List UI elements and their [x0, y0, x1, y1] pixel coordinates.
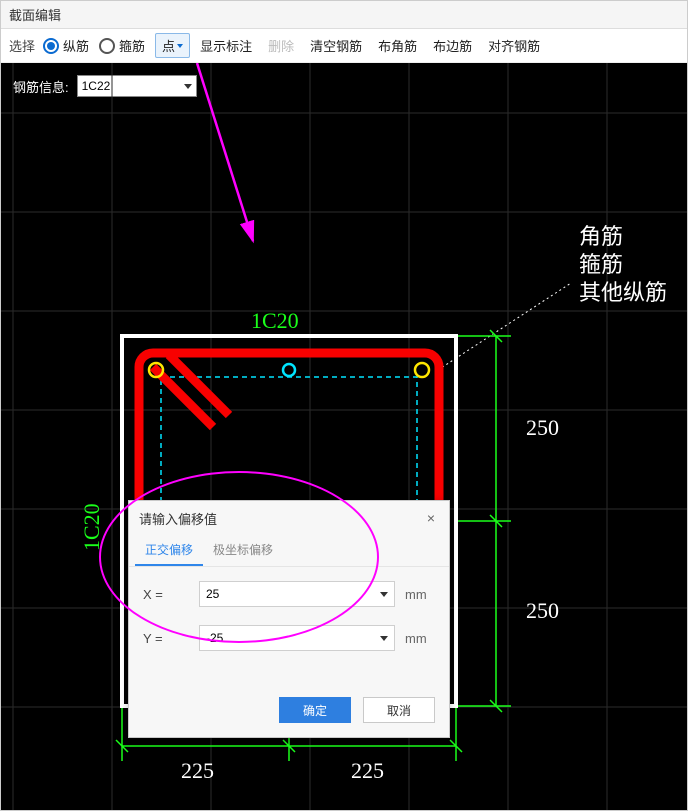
ok-button[interactable]: 确定: [279, 697, 351, 723]
show-annotation-button[interactable]: 显示标注: [194, 34, 258, 57]
x-value: 25: [206, 587, 219, 601]
dim-bottom-2: 225: [351, 758, 384, 784]
tab-ortho[interactable]: 正交偏移: [135, 535, 203, 566]
row-x: X = 25 mm: [143, 581, 435, 607]
window-title: 截面编辑: [9, 5, 61, 24]
dim-right-1: 250: [526, 415, 559, 441]
radio-label: 纵筋: [63, 36, 89, 55]
chevron-down-icon: [177, 44, 183, 48]
dialog-tabs: 正交偏移 极坐标偏移: [129, 535, 449, 567]
select-label: 选择: [9, 36, 35, 55]
y-value: -25: [206, 631, 223, 645]
row-y: Y = -25 mm: [143, 625, 435, 651]
radio-icon: [99, 38, 115, 54]
section-editor-window: 截面编辑 选择 纵筋 箍筋 点 显示标注 删除 清空钢筋 布角筋 布边筋 对齐钢…: [0, 0, 688, 811]
section-top-label: 1C20: [251, 308, 299, 334]
dialog-title: 请输入偏移值: [139, 509, 217, 528]
offset-dialog: 请输入偏移值 × 正交偏移 极坐标偏移 X = 25 mm Y =: [128, 500, 450, 738]
clear-rebar-button[interactable]: 清空钢筋: [304, 34, 368, 57]
radio-label: 箍筋: [119, 36, 145, 55]
dim-right-2: 250: [526, 598, 559, 624]
legend: 角筋 箍筋 其他纵筋: [579, 223, 667, 307]
delete-button[interactable]: 删除: [262, 34, 300, 57]
dialog-header: 请输入偏移值 ×: [129, 501, 449, 535]
legend-stirrup: 箍筋: [579, 251, 667, 279]
edge-bar-button[interactable]: 布边筋: [427, 34, 478, 57]
y-unit: mm: [405, 631, 435, 646]
dim-bottom-1: 225: [181, 758, 214, 784]
x-label: X =: [143, 587, 189, 602]
legend-corner: 角筋: [579, 223, 667, 251]
titlebar: 截面编辑: [1, 1, 687, 29]
section-left-label: 1C20: [79, 503, 105, 551]
dialog-footer: 确定 取消: [129, 687, 449, 737]
x-unit: mm: [405, 587, 435, 602]
radio-longitudinal[interactable]: 纵筋: [43, 36, 89, 55]
radio-icon: [43, 38, 59, 54]
cancel-button[interactable]: 取消: [363, 697, 435, 723]
canvas[interactable]: 钢筋信息: 1C22: [1, 63, 687, 810]
corner-bar-button[interactable]: 布角筋: [372, 34, 423, 57]
toolbar: 选择 纵筋 箍筋 点 显示标注 删除 清空钢筋 布角筋 布边筋 对齐钢筋: [1, 29, 687, 63]
close-icon[interactable]: ×: [423, 508, 439, 528]
dialog-body: X = 25 mm Y = -25 mm: [129, 567, 449, 687]
legend-other: 其他纵筋: [579, 279, 667, 307]
tab-polar[interactable]: 极坐标偏移: [203, 535, 283, 566]
y-label: Y =: [143, 631, 189, 646]
x-input[interactable]: 25: [199, 581, 395, 607]
point-dropdown[interactable]: 点: [155, 33, 190, 58]
chevron-down-icon: [380, 636, 388, 641]
y-input[interactable]: -25: [199, 625, 395, 651]
radio-stirrup[interactable]: 箍筋: [99, 36, 145, 55]
align-rebar-button[interactable]: 对齐钢筋: [482, 34, 546, 57]
chevron-down-icon: [380, 592, 388, 597]
point-label: 点: [162, 36, 175, 55]
